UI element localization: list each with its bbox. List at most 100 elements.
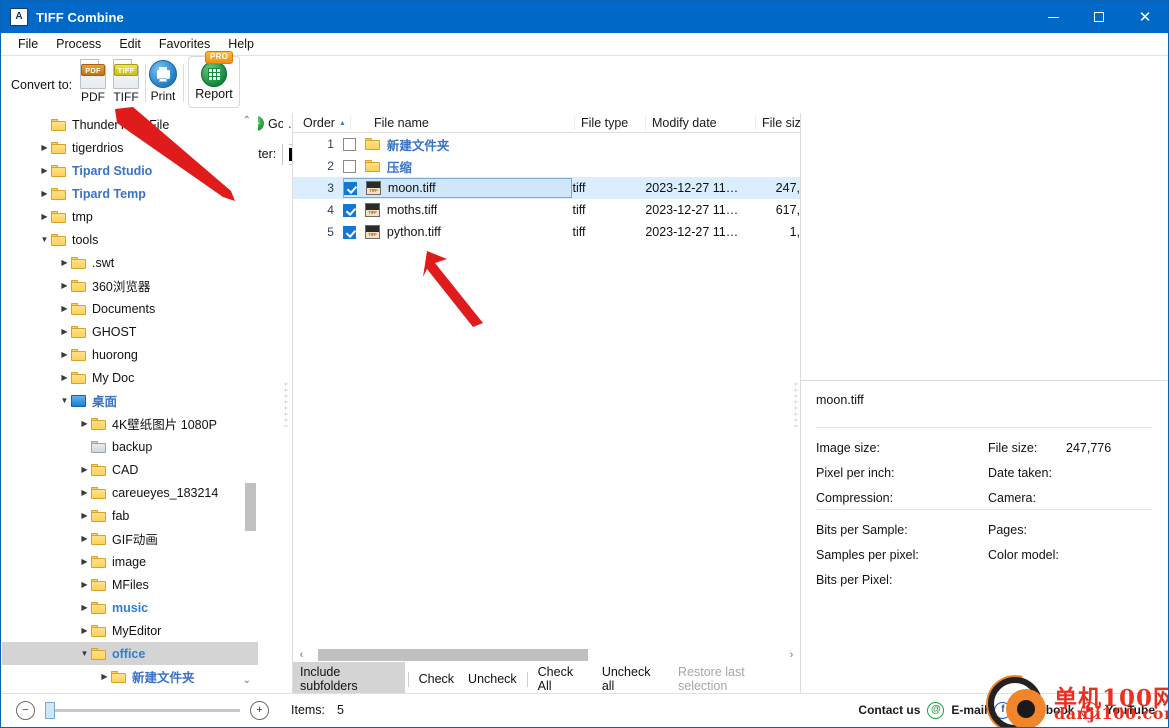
row-checkbox[interactable] <box>342 159 356 173</box>
tree-item[interactable]: ▼ 桌面 <box>2 389 258 412</box>
chevron-right-icon[interactable]: ▶ <box>58 350 71 359</box>
tree-item[interactable]: ▶ Tipard Studio <box>2 159 258 182</box>
chevron-down-icon[interactable]: ▼ <box>78 649 91 658</box>
menu-process[interactable]: Process <box>47 35 110 53</box>
chevron-right-icon[interactable]: ▶ <box>98 672 111 681</box>
tree-item[interactable]: ▶ CAD <box>2 458 258 481</box>
tree-item[interactable]: ▶ Documents <box>2 297 258 320</box>
chevron-right-icon[interactable]: ▶ <box>58 304 71 313</box>
tree-item[interactable]: ThunderTempFile <box>2 113 258 136</box>
chevron-right-icon[interactable]: ▶ <box>38 212 51 221</box>
chevron-right-icon[interactable]: ▶ <box>78 419 91 428</box>
tree-item[interactable]: ▶ tmp <box>2 205 258 228</box>
table-row[interactable]: 3 moon.tiff tiff 2023-12-27 11… 247, <box>293 177 800 199</box>
check-all-button[interactable]: Check All <box>531 662 595 696</box>
minimize-button[interactable] <box>1030 1 1076 33</box>
table-row[interactable]: 4 moths.tiff tiff 2023-12-27 11… 617, <box>293 199 800 221</box>
table-row[interactable]: 5 python.tiff tiff 2023-12-27 11… 1, <box>293 221 800 243</box>
tree-item[interactable]: ▶ image <box>2 550 258 573</box>
scroll-left-icon[interactable]: ‹ <box>293 649 310 661</box>
tree-item[interactable]: backup <box>2 435 258 458</box>
tree-item[interactable]: ▶ fab <box>2 504 258 527</box>
column-header-order[interactable]: Order ▲ <box>293 116 350 130</box>
chevron-right-icon[interactable]: ▶ <box>78 511 91 520</box>
zoom-in-button[interactable]: + <box>250 700 269 720</box>
chevron-right-icon[interactable]: ▶ <box>58 327 71 336</box>
tree-item[interactable]: ▶ 4K壁纸图片 1080P <box>2 412 258 435</box>
check-button[interactable]: Check <box>412 669 461 689</box>
chevron-right-icon[interactable]: ▶ <box>58 373 71 382</box>
chevron-right-icon[interactable]: ▶ <box>38 166 51 175</box>
sort-asc-icon: ▲ <box>338 119 346 127</box>
chevron-down-icon[interactable]: ▼ <box>38 235 51 244</box>
tree-item[interactable]: ▶ music <box>2 596 258 619</box>
zoom-out-button[interactable]: − <box>16 700 35 720</box>
chevron-right-icon[interactable]: ▶ <box>78 534 91 543</box>
column-header-file-type[interactable]: File type <box>574 115 645 130</box>
youtube-icon[interactable]: ▶ <box>1081 701 1099 719</box>
hscroll-thumb[interactable] <box>318 648 588 661</box>
tree-item[interactable]: ▶ 新建文件夹 <box>2 665 258 688</box>
chevron-right-icon[interactable]: ▶ <box>78 557 91 566</box>
close-button[interactable]: ✕ <box>1122 1 1168 33</box>
email-icon[interactable]: @ <box>927 701 945 719</box>
uncheck-all-button[interactable]: Uncheck all <box>595 662 671 696</box>
tree-list-splitter[interactable] <box>283 113 289 694</box>
include-subfolders-button[interactable]: Include subfolders <box>293 662 405 696</box>
chevron-right-icon[interactable]: ▶ <box>78 488 91 497</box>
uncheck-button[interactable]: Uncheck <box>461 669 524 689</box>
tree-item[interactable]: ▶ My Doc <box>2 366 258 389</box>
cell-order: 4 <box>327 203 334 217</box>
column-header-file-size[interactable]: File size <box>755 115 800 130</box>
report-button[interactable]: PRO Report <box>188 51 240 108</box>
tree-item[interactable]: ▶ GHOST <box>2 320 258 343</box>
zoom-slider-thumb[interactable] <box>45 701 55 719</box>
tree-item[interactable]: ▼ office <box>2 642 258 665</box>
tree-item[interactable]: ▶ 360浏览器 <box>2 274 258 297</box>
table-row[interactable]: 2 压缩 <box>293 155 800 177</box>
youtube-link[interactable]: YouTube <box>1105 703 1155 717</box>
chevron-right-icon[interactable]: ▶ <box>78 465 91 474</box>
tree-item[interactable]: ▶ Tipard Temp <box>2 182 258 205</box>
menu-file[interactable]: File <box>9 35 47 53</box>
column-header-file-name[interactable]: File name <box>350 115 574 130</box>
tree-item[interactable]: ▶ MyEditor <box>2 619 258 642</box>
print-button[interactable]: Print <box>147 59 179 103</box>
row-checkbox[interactable] <box>342 225 356 239</box>
email-link[interactable]: E-mail <box>951 703 987 717</box>
hscroll-track[interactable] <box>310 648 783 661</box>
tree-item[interactable]: ▶ GIF动画 <box>2 527 258 550</box>
scroll-right-icon[interactable]: › <box>783 649 800 661</box>
menu-edit[interactable]: Edit <box>110 35 150 53</box>
chevron-right-icon[interactable]: ▶ <box>38 143 51 152</box>
chevron-right-icon[interactable]: ▶ <box>78 603 91 612</box>
tree-scrollbar-thumb[interactable] <box>245 483 256 531</box>
zoom-slider[interactable] <box>45 701 240 719</box>
tree-item[interactable]: ▶ careueyes_183214 <box>2 481 258 504</box>
row-checkbox[interactable] <box>342 137 356 151</box>
tree-vertical-scrollbar[interactable] <box>245 113 256 694</box>
facebook-link[interactable]: Facebook <box>1018 703 1074 717</box>
chevron-right-icon[interactable]: ▶ <box>38 189 51 198</box>
tree-item[interactable]: ▶ huorong <box>2 343 258 366</box>
chevron-down-icon[interactable]: ▼ <box>58 396 71 405</box>
tree-item[interactable]: ▶ tigerdrios <box>2 136 258 159</box>
table-row[interactable]: 1 新建文件夹 <box>293 133 800 155</box>
maximize-button[interactable] <box>1076 1 1122 33</box>
chevron-right-icon[interactable]: ▶ <box>58 258 71 267</box>
row-checkbox[interactable] <box>343 181 357 195</box>
tree-item[interactable]: ▶ MFiles <box>2 573 258 596</box>
tree-item[interactable]: ▼ tools <box>2 228 258 251</box>
column-header-modify-date[interactable]: Modify date <box>645 115 755 130</box>
file-list-horizontal-scrollbar[interactable]: ‹ › <box>293 646 800 663</box>
row-checkbox[interactable] <box>342 203 356 217</box>
chevron-right-icon[interactable]: ▶ <box>78 580 91 589</box>
convert-to-tiff-button[interactable]: TIFF TIFF <box>108 59 144 104</box>
chevron-right-icon[interactable]: ▶ <box>58 281 71 290</box>
facebook-icon[interactable]: f <box>994 701 1012 719</box>
folder-tree-pane[interactable]: ⌃ ⌄ ThunderTempFile ▶ tigerdrios ▶ Tipard St… <box>2 113 258 694</box>
convert-to-pdf-button[interactable]: PDF PDF <box>75 59 111 104</box>
list-properties-splitter[interactable] <box>794 380 798 427</box>
tree-item[interactable]: ▶ .swt <box>2 251 258 274</box>
chevron-right-icon[interactable]: ▶ <box>78 626 91 635</box>
